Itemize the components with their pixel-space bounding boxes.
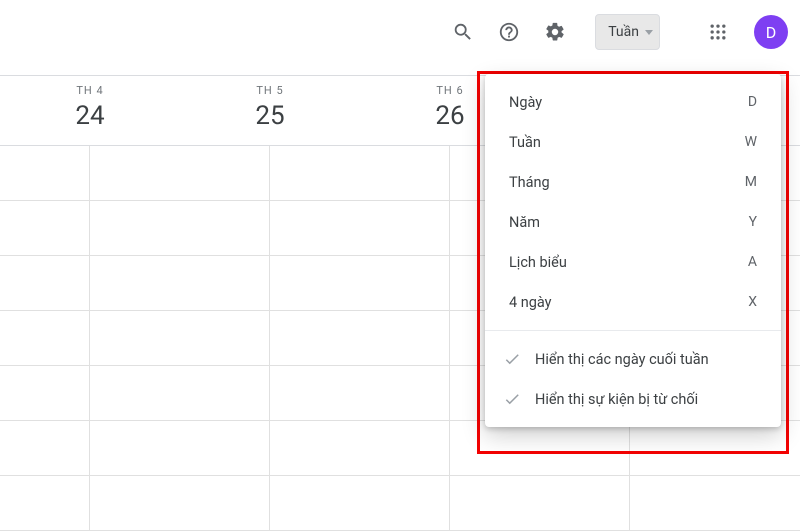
time-gutter bbox=[0, 421, 90, 476]
menu-item-shortcut: Y bbox=[749, 214, 757, 230]
time-slot[interactable] bbox=[270, 201, 450, 256]
time-gutter bbox=[0, 146, 90, 201]
menu-item-label: Ngày bbox=[509, 94, 748, 111]
view-switcher-button[interactable]: Tuần bbox=[595, 14, 660, 50]
avatar[interactable]: D bbox=[754, 15, 788, 49]
time-slot[interactable] bbox=[90, 256, 270, 311]
settings-icon[interactable] bbox=[535, 12, 575, 52]
menu-item-label: 4 ngày bbox=[509, 294, 748, 311]
menu-item-schedule[interactable]: Lịch biểu A bbox=[485, 242, 781, 282]
menu-item-4days[interactable]: 4 ngày X bbox=[485, 282, 781, 322]
time-slot[interactable] bbox=[90, 311, 270, 366]
search-icon[interactable] bbox=[443, 12, 483, 52]
menu-item-label: Tháng bbox=[509, 174, 745, 191]
day-of-week: TH 4 bbox=[0, 84, 180, 97]
time-slot[interactable] bbox=[270, 476, 450, 531]
menu-item-label: Tuần bbox=[509, 134, 745, 151]
time-gutter bbox=[0, 476, 90, 531]
menu-item-label: Năm bbox=[509, 214, 749, 231]
time-gutter bbox=[0, 256, 90, 311]
avatar-initial: D bbox=[766, 23, 777, 42]
day-number: 25 bbox=[180, 101, 360, 131]
time-slot[interactable] bbox=[270, 256, 450, 311]
menu-item-label: Lịch biểu bbox=[509, 254, 748, 271]
time-slot[interactable] bbox=[270, 421, 450, 476]
time-slot[interactable] bbox=[630, 421, 800, 476]
menu-item-day[interactable]: Ngày D bbox=[485, 82, 781, 122]
apps-icon[interactable] bbox=[698, 12, 738, 52]
time-slot[interactable] bbox=[90, 146, 270, 201]
menu-item-shortcut: A bbox=[748, 254, 757, 270]
menu-item-shortcut: X bbox=[748, 294, 757, 310]
time-slot[interactable] bbox=[90, 421, 270, 476]
help-icon[interactable] bbox=[489, 12, 529, 52]
time-slot[interactable] bbox=[270, 311, 450, 366]
menu-item-shortcut: M bbox=[745, 174, 757, 190]
menu-check-show-declined[interactable]: Hiển thị sự kiện bị từ chối bbox=[485, 379, 781, 419]
menu-item-shortcut: W bbox=[745, 134, 757, 150]
check-icon bbox=[503, 390, 521, 408]
menu-item-year[interactable]: Năm Y bbox=[485, 202, 781, 242]
time-slot[interactable] bbox=[270, 366, 450, 421]
menu-item-month[interactable]: Tháng M bbox=[485, 162, 781, 202]
time-slot[interactable] bbox=[90, 476, 270, 531]
time-slot[interactable] bbox=[630, 476, 800, 531]
day-number: 24 bbox=[0, 101, 180, 131]
time-gutter bbox=[0, 311, 90, 366]
time-slot[interactable] bbox=[270, 146, 450, 201]
view-menu: Ngày D Tuần W Tháng M Năm Y Lịch biểu A … bbox=[485, 74, 781, 427]
toolbar: Tuần D bbox=[0, 0, 800, 64]
time-slot[interactable] bbox=[90, 366, 270, 421]
day-header[interactable]: TH 4 24 bbox=[0, 76, 180, 145]
menu-check-label: Hiển thị sự kiện bị từ chối bbox=[535, 391, 698, 408]
check-icon bbox=[503, 350, 521, 368]
time-slot[interactable] bbox=[450, 476, 630, 531]
time-gutter bbox=[0, 201, 90, 256]
time-gutter bbox=[0, 366, 90, 421]
menu-check-label: Hiển thị các ngày cuối tuần bbox=[535, 351, 709, 368]
caret-down-icon bbox=[645, 30, 653, 35]
day-header[interactable]: TH 5 25 bbox=[180, 76, 360, 145]
time-slot[interactable] bbox=[450, 421, 630, 476]
menu-check-show-weekends[interactable]: Hiển thị các ngày cuối tuần bbox=[485, 339, 781, 379]
view-switcher-label: Tuần bbox=[608, 24, 639, 40]
menu-item-shortcut: D bbox=[748, 94, 757, 110]
time-slot[interactable] bbox=[90, 201, 270, 256]
menu-separator bbox=[485, 330, 781, 331]
menu-item-week[interactable]: Tuần W bbox=[485, 122, 781, 162]
day-of-week: TH 5 bbox=[180, 84, 360, 97]
